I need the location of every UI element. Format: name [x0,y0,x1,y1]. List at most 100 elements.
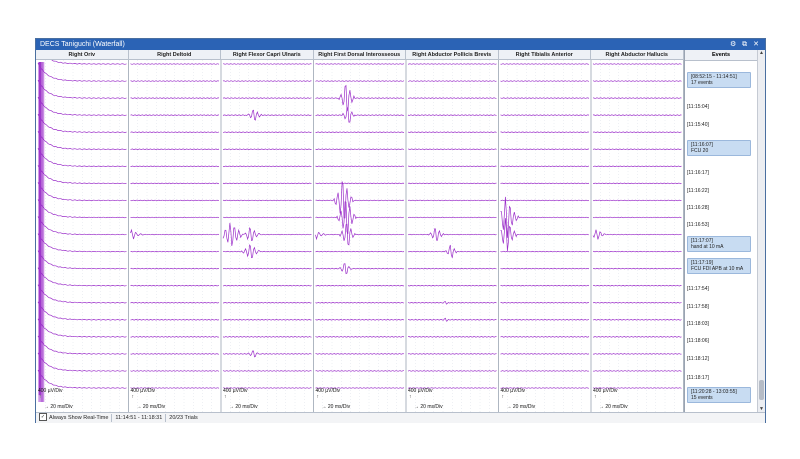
emg-trace [222,165,312,168]
event-item[interactable]: [11:18:03] [687,321,709,327]
channel-header[interactable]: Right Tibialis Anterior [498,50,591,60]
emg-trace [222,182,312,185]
event-item[interactable]: [11:16:28] [687,205,709,211]
channel-header[interactable]: Right Abductor Hallucis [591,50,684,60]
emg-trace [592,114,682,116]
emg-trace [130,370,220,372]
emg-trace [500,148,589,150]
waveform-area[interactable]: Right Oriv Right Deltoid Right Flexor Capr… [36,50,757,412]
emg-trace [222,267,312,270]
event-item[interactable]: [11:15:40] [687,122,709,128]
checkbox-icon[interactable]: ✓ [39,412,47,421]
time-scale-label: → 20 ms/Div [321,404,351,410]
event-note: FCU FDI APB at 10 mA [691,266,744,272]
emg-trace [130,302,220,304]
event-item[interactable]: [11:17:07] hand at 10 mA [687,236,751,252]
emg-trace [222,370,312,372]
window-title: DECS Taniguchi (Waterfall) [40,41,125,48]
emg-trace [315,370,404,372]
emg-trace [315,148,405,150]
event-item[interactable]: [11:15:04] [687,104,709,110]
close-icon[interactable]: ✕ [753,41,761,48]
amplitude-scale-label: 400 µV/Div [38,388,63,394]
emg-trace [222,222,312,246]
event-item[interactable]: [08:52:15 - 11:14:51] 17 events [687,72,751,88]
emg-trace [500,114,590,116]
scale-axis-icon: ↑ [131,394,135,400]
emg-trace [130,267,219,270]
scale-axis-icon: ↑ [594,394,597,400]
channel-header[interactable]: Right Flexor Capri Ulnaris [221,50,314,60]
emg-trace [222,97,312,99]
time-scale-label: → 20 ms/Div [414,404,443,410]
scroll-up-icon[interactable]: ▲ [758,50,765,56]
event-item[interactable]: [11:17:19] FCU FDI APB at 10 mA [687,258,751,274]
emg-trace [500,336,590,338]
events-scrollbar[interactable]: ▲ ▼ [757,50,765,412]
emg-trace [592,63,682,65]
event-item[interactable]: [11:16:53] [687,222,709,228]
emg-trace [592,148,682,150]
emg-trace [407,353,497,355]
scale-axis-icon: ↑ [409,394,412,400]
emg-trace [315,319,405,321]
emg-trace [500,182,590,185]
emg-trace [500,370,590,372]
emg-trace [500,250,590,253]
emg-trace [592,319,682,321]
event-item[interactable]: [11:16:22] [687,188,709,194]
emg-trace [37,182,127,202]
divider [165,413,167,422]
event-item[interactable]: [11:16:07] FCU 20 [687,140,751,156]
emg-trace [222,199,312,202]
scale-axis-icon: ↑ [316,394,320,400]
emg-trace [130,148,220,150]
emg-trace [315,63,405,65]
channel-header[interactable]: Right Deltoid [128,50,221,60]
emg-trace [130,199,220,202]
amplitude-scale-label: 400 µV/Div [130,388,156,394]
scroll-thumb[interactable] [759,380,764,400]
emg-trace [592,97,682,99]
emg-trace [130,131,220,133]
emg-trace [315,263,405,275]
event-note: 17 events [691,80,713,86]
event-item[interactable]: [11:18:12] [687,356,709,362]
event-item[interactable]: [11:17:58] [687,304,709,310]
event-item[interactable]: [11:20:28 - 13:03:55] 15 events [687,387,751,403]
amplitude-scale-label: 400 µV/Div [408,388,433,394]
event-item[interactable]: [11:18:06] [687,338,709,344]
amplitude-scale-label: 400 µV/Div [500,388,526,394]
event-item[interactable]: [11:16:17] [687,170,709,176]
time-scale-label: → 20 ms/Div [229,404,258,410]
window-title-bar[interactable]: DECS Taniguchi (Waterfall) ⚙ ⧉ ✕ [36,39,765,50]
event-item[interactable]: [11:17:54] [687,286,709,292]
emg-trace [130,165,220,168]
scale-axis-icon: ↑ [501,394,505,400]
emg-trace [592,165,682,168]
settings-icon[interactable]: ⚙ [730,41,738,48]
emg-trace [222,319,312,321]
time-scale-label: → 20 ms/Div [506,404,536,410]
always-realtime-label[interactable]: Always Show Real-Time [49,415,108,421]
waveform-plot [37,50,684,412]
emg-trace [500,267,590,270]
emg-trace [500,80,590,82]
emg-trace [130,97,220,99]
restore-icon[interactable]: ⧉ [742,41,749,48]
emg-trace [592,302,682,304]
amplitude-scale-label: 400 µV/Div [223,388,248,394]
emg-trace [500,165,590,168]
event-item[interactable]: [11:18:17] [687,375,709,381]
emg-trace [407,216,497,219]
channel-header[interactable]: Right First Dorsal Interosseous [313,50,406,60]
channel-header[interactable]: Right Oriv [36,50,129,60]
emg-trace [407,228,497,241]
channel-header[interactable]: Right Abductor Pollicis Brevis [406,50,499,60]
emg-trace [315,302,405,304]
event-note: FCU 20 [691,148,709,154]
emg-trace [37,148,127,167]
time-scale-label: → 20 ms/Div [44,404,73,410]
trial-count: 20/23 Trials [169,415,198,421]
emg-trace [592,370,682,372]
